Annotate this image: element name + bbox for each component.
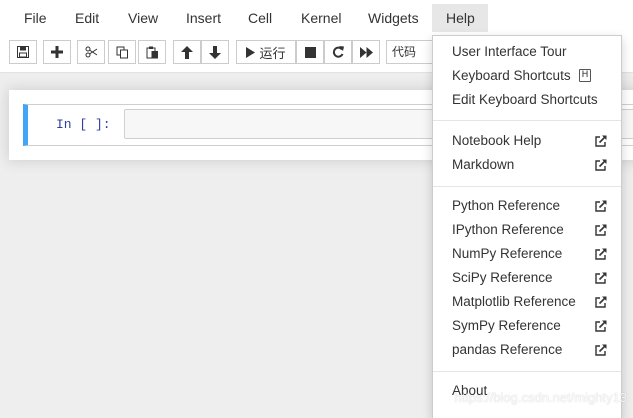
menu-cell[interactable]: Cell bbox=[234, 4, 286, 32]
copy-button[interactable] bbox=[108, 40, 136, 64]
restart-button[interactable] bbox=[324, 40, 352, 64]
menu-view[interactable]: View bbox=[114, 4, 172, 32]
menu-widgets[interactable]: Widgets bbox=[354, 4, 433, 32]
stop-icon bbox=[304, 46, 316, 58]
menu-item-label: NumPy Reference bbox=[452, 246, 563, 261]
external-link-icon bbox=[595, 135, 607, 147]
fast-forward-icon bbox=[359, 46, 373, 58]
menu-item-scipy-reference[interactable]: SciPy Reference bbox=[433, 266, 621, 290]
menu-help[interactable]: Help bbox=[432, 4, 488, 32]
menu-divider bbox=[433, 371, 621, 372]
menu-kernel[interactable]: Kernel bbox=[287, 4, 355, 32]
menu-item-notebook-help[interactable]: Notebook Help bbox=[433, 129, 621, 153]
move-down-button[interactable] bbox=[201, 40, 229, 64]
menu-divider bbox=[433, 186, 621, 187]
move-up-button[interactable] bbox=[173, 40, 201, 64]
menu-item-keyboard-shortcuts[interactable]: Keyboard Shortcuts H bbox=[433, 64, 621, 88]
menu-item-user-interface-tour[interactable]: User Interface Tour bbox=[433, 40, 621, 64]
menu-item-numpy-reference[interactable]: NumPy Reference bbox=[433, 242, 621, 266]
menu-item-label: Notebook Help bbox=[452, 133, 542, 148]
copy-icon bbox=[116, 46, 128, 58]
watermark-text: https://blog.csdn.net/mighty13 bbox=[454, 390, 627, 405]
external-link-icon bbox=[595, 272, 607, 284]
menu-item-pandas-reference[interactable]: pandas Reference bbox=[433, 338, 621, 362]
menu-item-label: Python Reference bbox=[452, 198, 561, 213]
menu-edit[interactable]: Edit bbox=[61, 4, 113, 32]
arrow-up-icon bbox=[181, 45, 193, 59]
menu-item-label: Matplotlib Reference bbox=[452, 294, 576, 309]
external-link-icon bbox=[595, 320, 607, 332]
menu-file[interactable]: File bbox=[10, 4, 61, 32]
menu-item-label: SymPy Reference bbox=[452, 318, 561, 333]
menu-item-label: Edit Keyboard Shortcuts bbox=[452, 92, 598, 107]
menu-item-edit-keyboard-shortcuts[interactable]: Edit Keyboard Shortcuts bbox=[433, 88, 621, 112]
arrow-down-icon bbox=[209, 45, 221, 59]
cut-button[interactable] bbox=[77, 40, 105, 64]
save-icon bbox=[17, 46, 29, 58]
menu-item-markdown[interactable]: Markdown bbox=[433, 153, 621, 177]
menu-item-sympy-reference[interactable]: SymPy Reference bbox=[433, 314, 621, 338]
menu-item-ipython-reference[interactable]: IPython Reference bbox=[433, 218, 621, 242]
menu-divider bbox=[433, 120, 621, 121]
menu-item-label: Keyboard Shortcuts bbox=[452, 68, 571, 83]
menu-item-label: Markdown bbox=[452, 157, 515, 172]
menu-insert[interactable]: Insert bbox=[172, 4, 235, 32]
save-button[interactable] bbox=[9, 40, 37, 64]
paste-icon bbox=[146, 46, 158, 58]
menubar: File Edit View Insert Cell Kernel Widget… bbox=[0, 0, 633, 36]
external-link-icon bbox=[595, 344, 607, 356]
run-label: 运行 bbox=[259, 45, 286, 61]
help-dropdown-menu: User Interface Tour Keyboard Shortcuts H… bbox=[432, 35, 622, 418]
external-link-icon bbox=[595, 200, 607, 212]
keyboard-shortcut-key: H bbox=[579, 69, 591, 82]
insert-cell-button[interactable] bbox=[43, 40, 71, 64]
menu-item-label: SciPy Reference bbox=[452, 270, 553, 285]
plus-icon bbox=[51, 46, 63, 58]
run-button[interactable]: 运行 bbox=[236, 40, 296, 64]
menu-item-label: pandas Reference bbox=[452, 342, 563, 357]
menu-item-python-reference[interactable]: Python Reference bbox=[433, 194, 621, 218]
external-link-icon bbox=[595, 224, 607, 236]
external-link-icon bbox=[595, 248, 607, 260]
restart-run-all-button[interactable] bbox=[352, 40, 380, 64]
external-link-icon bbox=[595, 159, 607, 171]
external-link-icon bbox=[595, 296, 607, 308]
cut-icon bbox=[85, 46, 97, 58]
restart-icon bbox=[332, 46, 344, 58]
menu-item-label: User Interface Tour bbox=[452, 44, 567, 59]
menu-item-label: IPython Reference bbox=[452, 222, 564, 237]
run-icon bbox=[246, 46, 256, 58]
menu-item-matplotlib-reference[interactable]: Matplotlib Reference bbox=[433, 290, 621, 314]
interrupt-button[interactable] bbox=[296, 40, 324, 64]
paste-button[interactable] bbox=[138, 40, 166, 64]
input-prompt: In [ ]: bbox=[56, 117, 111, 132]
